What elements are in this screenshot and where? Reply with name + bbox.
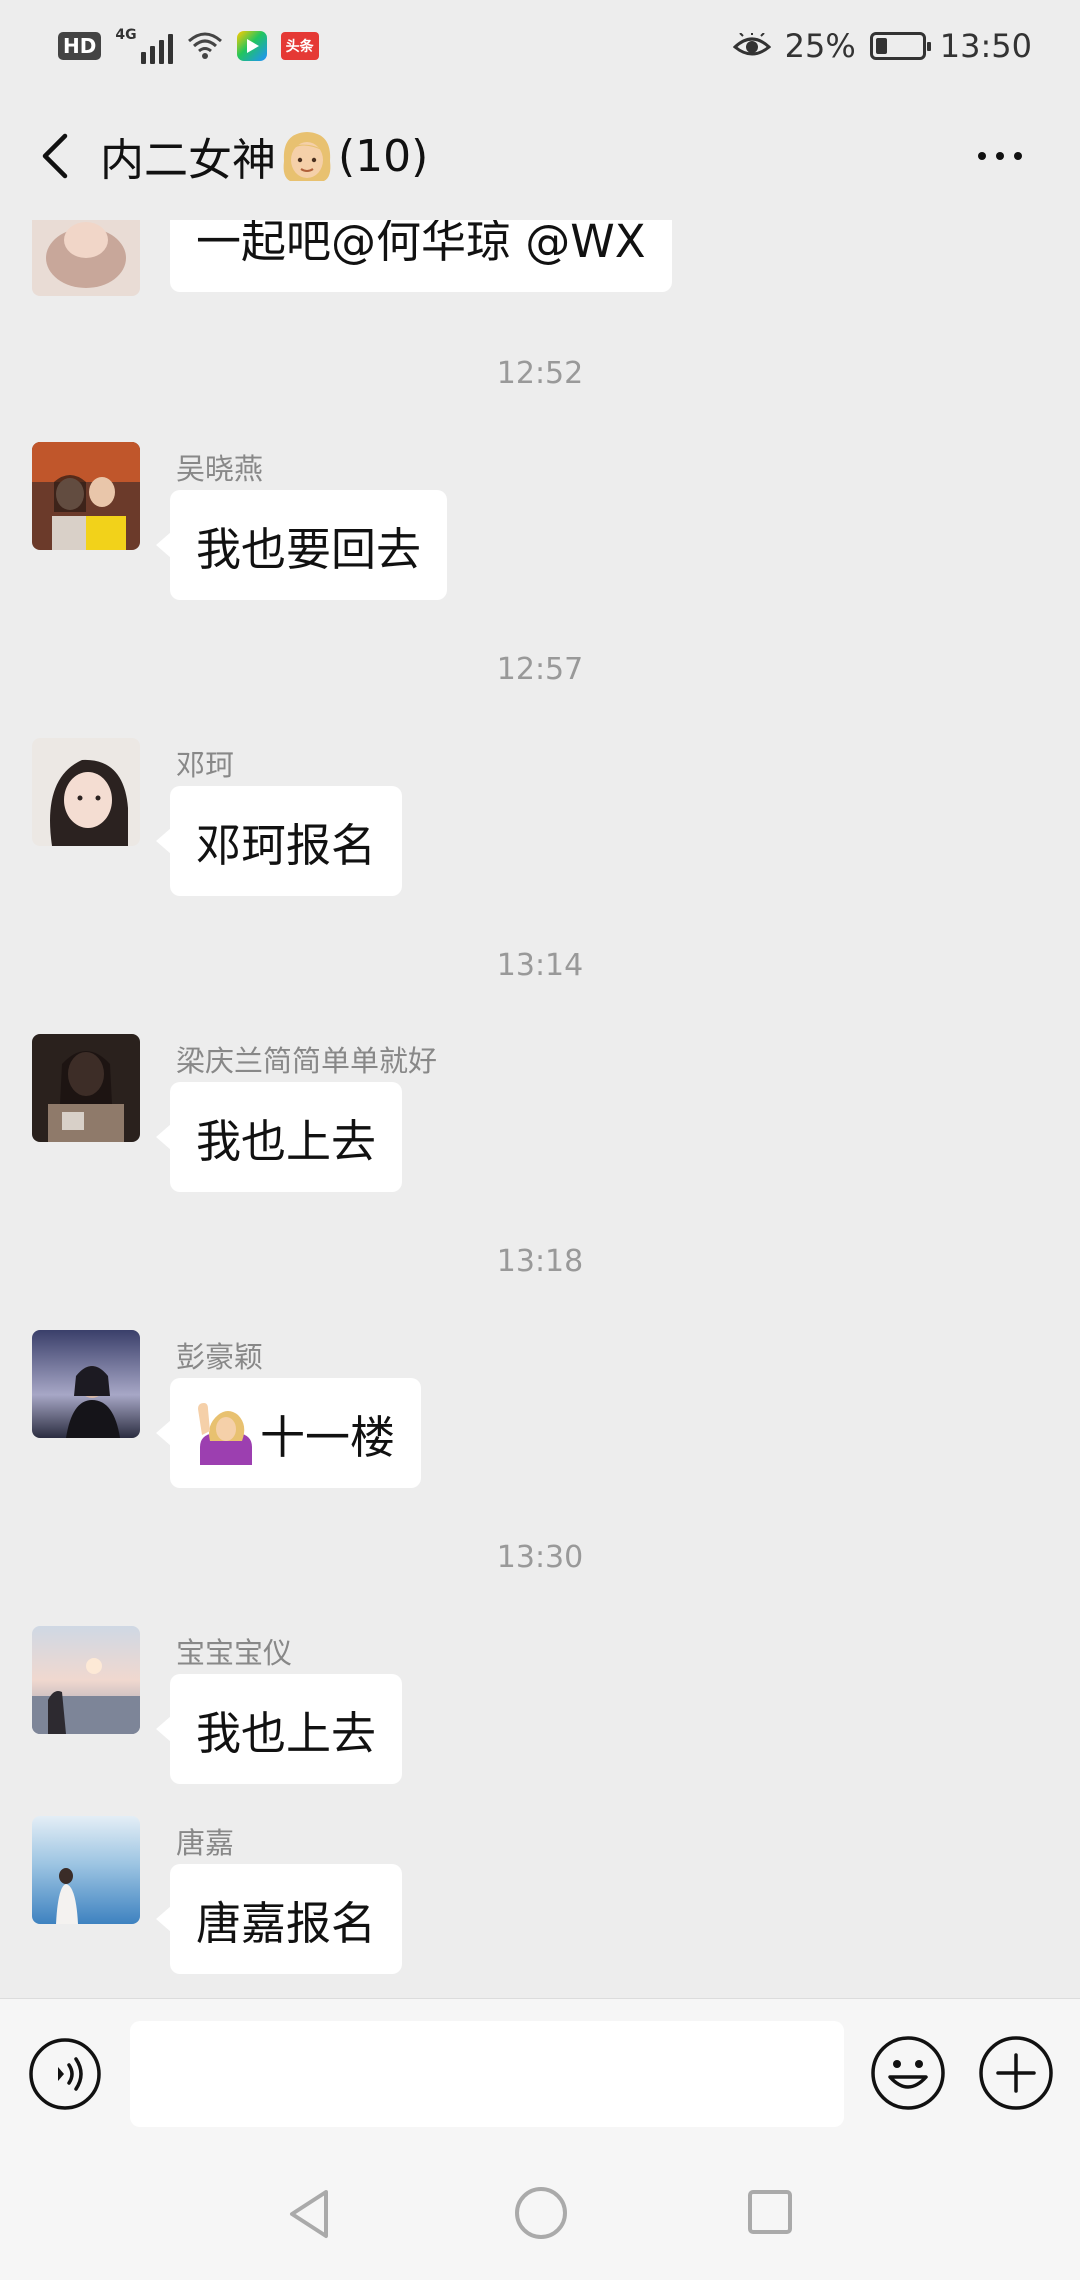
network-type: 4G [115,27,137,43]
back-button[interactable] [0,92,100,220]
avatar-wu-xiaoyan[interactable] [32,442,140,550]
message-bubble[interactable]: 唐嘉报名 [155,1864,403,1974]
input-bar [0,1998,1080,2144]
more-icon [978,152,986,160]
video-app-icon [236,31,267,61]
status-left: HD 4G 头条 [58,28,319,64]
chat-title: 内二女神 (10) [100,124,428,188]
message-bubble[interactable]: 一起吧@何华琼 @WX [170,220,672,292]
avatar-photo [32,738,140,846]
status-time: 13:50 [939,27,1032,65]
cellular-signal-icon: 4G [115,27,173,64]
battery-icon [869,32,931,60]
avatar-baobao-baoyi[interactable] [32,1626,140,1734]
avatar-he-huaqiong[interactable] [32,220,140,296]
sender-name: 彭豪颖 [176,1340,264,1374]
blonde-woman-emoji-icon [283,132,331,181]
message-text: 一起吧@何华琼 @WX [196,220,646,268]
timestamp: 13:14 [496,948,584,983]
battery-fill [875,38,887,54]
message-bubble[interactable]: 我也要回去 [155,490,448,600]
sender-name: 唐嘉 [176,1826,235,1860]
message-text: 唐嘉报名 [196,1896,377,1950]
timestamp: 12:57 [496,652,584,687]
nav-back-icon[interactable] [282,2186,338,2242]
sender-name: 吴晓燕 [176,452,264,486]
message-bubble[interactable]: 我也上去 [155,1674,403,1784]
chat-header: 内二女神 (10) [0,92,1080,220]
eye-comfort-icon [732,33,771,56]
avatar-peng-haoying[interactable] [32,1330,140,1438]
more-button[interactable] [960,126,1040,186]
chat-title-text: 内二女神 [100,135,276,186]
avatar-photo [32,1034,140,1142]
status-right: 25% 13:50 [732,27,1032,65]
avatar-photo [32,1816,140,1924]
timestamp: 12:52 [496,356,584,391]
message-text: 邓珂报名 [196,818,377,872]
plus-icon[interactable] [978,2035,1054,2111]
status-bar: HD 4G 头条 25% 13:50 [0,0,1080,92]
nav-recent-apps-icon[interactable] [746,2188,794,2236]
sender-name: 梁庆兰简简单单就好 [176,1044,438,1078]
message-bubble[interactable]: 我也上去 [155,1082,403,1192]
message-bubble[interactable]: 十一楼 [155,1378,422,1488]
avatar-photo [32,1626,140,1734]
message-input[interactable] [130,2021,844,2127]
avatar-deng-ke[interactable] [32,738,140,846]
system-nav-bar [0,2144,1080,2280]
avatar-photo [32,442,140,550]
member-count: (10) [338,130,429,182]
timestamp: 13:30 [496,1540,584,1575]
wifi-icon [187,32,222,59]
message-list[interactable]: 一起吧@何华琼 @WX 12:52 吴晓燕 我也要回去 12:57 邓珂 邓珂报… [0,220,1080,1998]
toutiao-app-icon: 头条 [280,32,319,60]
hd-badge: HD [58,32,102,60]
message-text: 我也要回去 [196,522,422,576]
avatar-photo [32,220,140,296]
raising-hand-emoji-icon [198,1403,252,1465]
message-text: 我也上去 [196,1114,377,1168]
timestamp: 13:18 [496,1244,584,1279]
sender-name: 邓珂 [176,748,235,782]
avatar-liang-qinglan[interactable] [32,1034,140,1142]
sender-name: 宝宝宝仪 [176,1636,293,1670]
voice-icon[interactable] [28,2037,102,2111]
battery-percent: 25% [784,27,856,65]
message-text: 十一楼 [260,1410,396,1464]
avatar-photo [32,1330,140,1438]
back-arrow-icon [42,133,68,179]
emoji-icon[interactable] [870,2035,946,2111]
nav-home-icon[interactable] [514,2186,568,2240]
message-bubble[interactable]: 邓珂报名 [155,786,403,896]
message-text: 我也上去 [196,1706,377,1760]
avatar-tang-jia[interactable] [32,1816,140,1924]
